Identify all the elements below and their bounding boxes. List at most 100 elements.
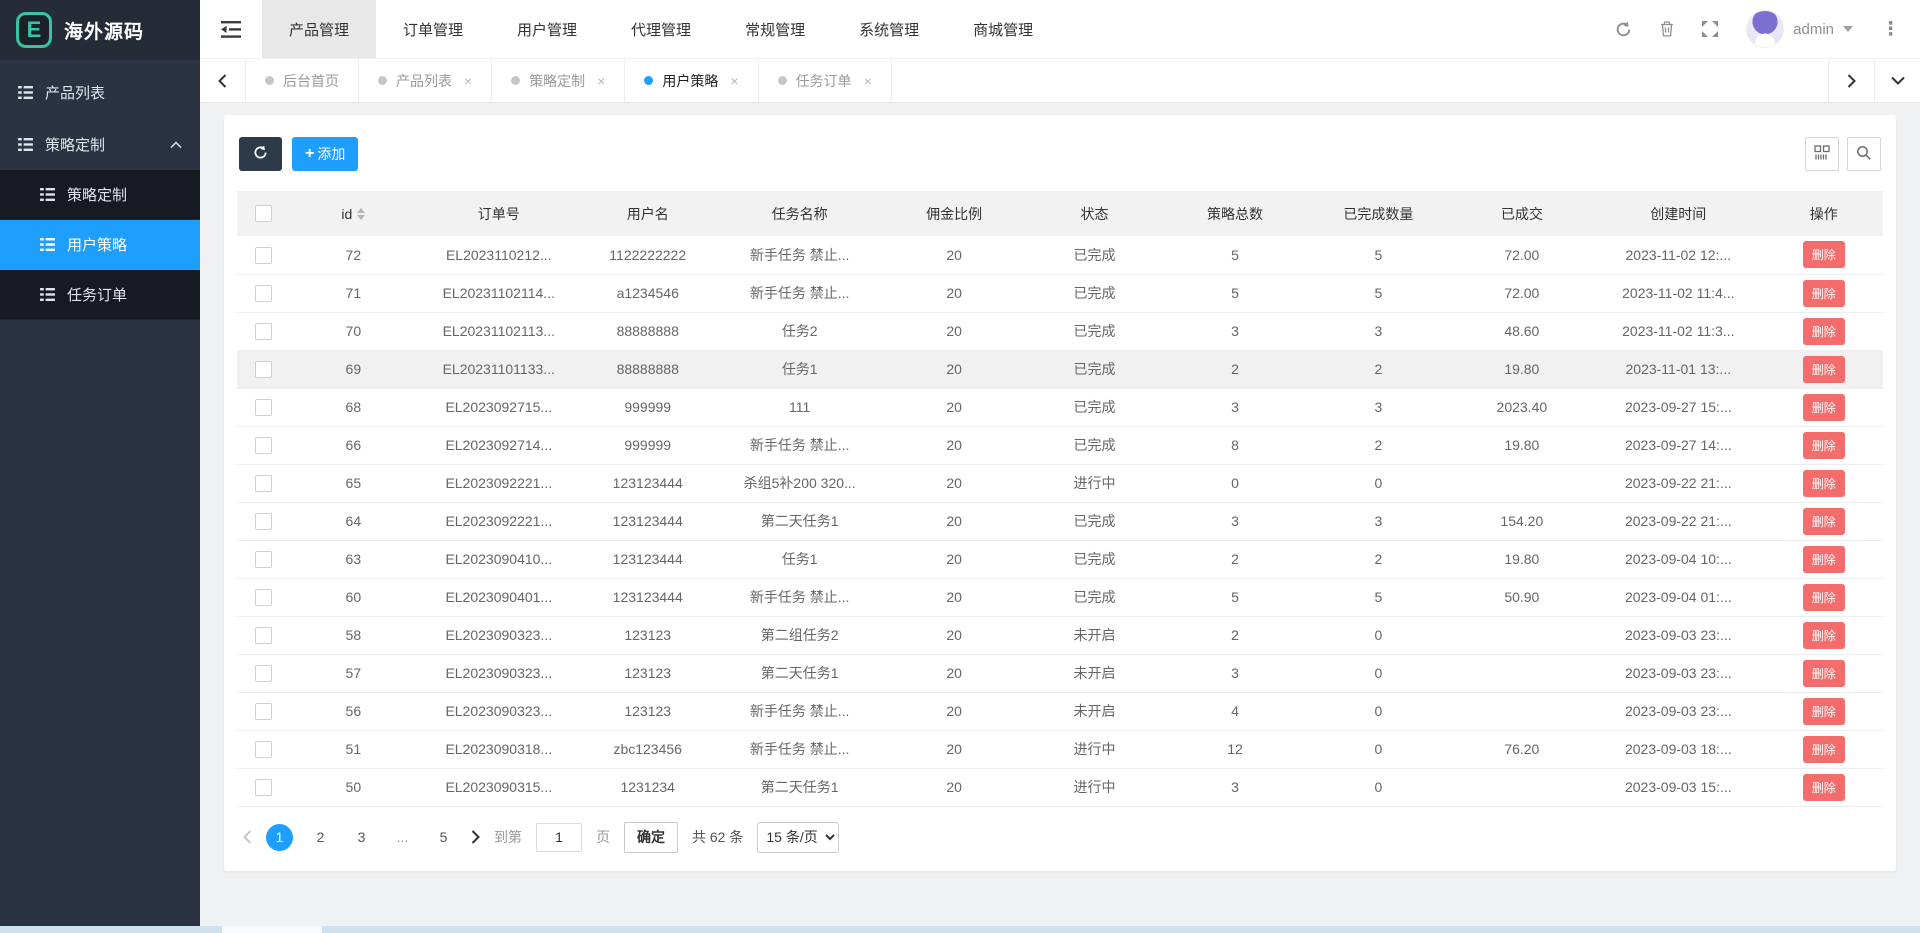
row-checkbox[interactable] <box>255 285 272 302</box>
delete-button[interactable]: 删除 <box>1803 622 1845 649</box>
page-button[interactable]: 5 <box>430 824 457 851</box>
topnav-item[interactable]: 产品管理 <box>262 0 376 58</box>
row-checkbox[interactable] <box>255 551 272 568</box>
goto-confirm-button[interactable]: 确定 <box>624 822 678 853</box>
sidebar-item-strategy-custom[interactable]: 策略定制 <box>0 118 200 170</box>
row-checkbox[interactable] <box>255 589 272 606</box>
cell-id: 69 <box>289 350 417 388</box>
sort-icon[interactable] <box>357 208 365 220</box>
search-toggle-button[interactable] <box>1847 137 1881 171</box>
refresh-button[interactable] <box>239 137 282 171</box>
actions-cell: 删除 <box>1765 578 1883 616</box>
cell-username: 999999 <box>580 388 715 426</box>
topnav-item[interactable]: 商城管理 <box>946 0 1060 58</box>
actions-cell: 删除 <box>1765 540 1883 578</box>
row-checkbox[interactable] <box>255 323 272 340</box>
fullscreen-icon[interactable] <box>1702 21 1718 37</box>
goto-page-input[interactable] <box>536 823 582 852</box>
sidebar-item-product-list[interactable]: 产品列表 <box>0 66 200 118</box>
add-button[interactable]: + 添加 <box>292 137 358 171</box>
row-checkbox[interactable] <box>255 475 272 492</box>
delete-button[interactable]: 删除 <box>1803 394 1845 421</box>
row-checkbox[interactable] <box>255 361 272 378</box>
sidebar-subitem-strategy-custom[interactable]: 策略定制 <box>0 170 200 220</box>
add-button-label: 添加 <box>317 144 345 164</box>
user-menu[interactable]: admin <box>1746 10 1853 48</box>
topnav-item[interactable]: 常规管理 <box>718 0 832 58</box>
row-checkbox[interactable] <box>255 399 272 416</box>
row-checkbox[interactable] <box>255 627 272 644</box>
horizontal-scrollbar-thumb[interactable] <box>222 926 322 933</box>
delete-button[interactable]: 删除 <box>1803 736 1845 763</box>
sidebar-subitem-user-strategy[interactable]: 用户策略 <box>0 220 200 270</box>
cell-created-at: 2023-11-02 11:4... <box>1592 274 1765 312</box>
delete-button[interactable]: 删除 <box>1803 470 1845 497</box>
row-checkbox[interactable] <box>255 437 272 454</box>
column-header-sortable[interactable]: id <box>341 206 365 222</box>
main-area: 产品管理订单管理用户管理代理管理常规管理系统管理商城管理 admin ⋮ <box>200 0 1920 933</box>
row-checkbox[interactable] <box>255 779 272 796</box>
table-row: 66EL2023092714...999999新手任务 禁止...20已完成82… <box>237 426 1883 464</box>
delete-button[interactable]: 删除 <box>1803 584 1845 611</box>
per-page-select[interactable]: 15 条/页 <box>757 822 839 853</box>
tabs-menu-button[interactable] <box>1874 59 1920 102</box>
topnav-item[interactable]: 系统管理 <box>832 0 946 58</box>
column-header: 状态 <box>1024 191 1164 236</box>
close-icon[interactable]: × <box>464 73 472 89</box>
next-page-button[interactable] <box>471 830 480 844</box>
topnav-item[interactable]: 用户管理 <box>490 0 604 58</box>
horizontal-scrollbar[interactable] <box>0 926 1920 933</box>
page-tab[interactable]: 后台首页 <box>246 59 359 102</box>
page-tab[interactable]: 任务订单× <box>759 59 892 102</box>
topnav-item[interactable]: 订单管理 <box>376 0 490 58</box>
topnav-item[interactable]: 代理管理 <box>604 0 718 58</box>
prev-page-button[interactable] <box>243 830 252 844</box>
delete-button[interactable]: 删除 <box>1803 774 1845 801</box>
page-button[interactable]: 2 <box>307 824 334 851</box>
tabs-scroll-right-button[interactable] <box>1828 59 1874 102</box>
brand-title: 海外源码 <box>64 17 144 44</box>
close-icon[interactable]: × <box>730 73 738 89</box>
page-buttons: 123...5 <box>266 824 457 851</box>
toolbar-right <box>1805 137 1881 171</box>
close-icon[interactable]: × <box>864 73 872 89</box>
delete-button[interactable]: 删除 <box>1803 432 1845 459</box>
tabs-scroll-left-button[interactable] <box>200 59 246 102</box>
row-checkbox[interactable] <box>255 247 272 264</box>
brand-logo-letter: E <box>27 17 42 43</box>
table-row: 57EL2023090323...123123第二天任务120未开启302023… <box>237 654 1883 692</box>
delete-button[interactable]: 删除 <box>1803 241 1845 268</box>
delete-button[interactable]: 删除 <box>1803 280 1845 307</box>
refresh-icon[interactable] <box>1615 21 1632 38</box>
page-tab[interactable]: 产品列表× <box>359 59 492 102</box>
select-all-checkbox[interactable] <box>255 205 272 222</box>
row-checkbox[interactable] <box>255 513 272 530</box>
cell-task-name: 新手任务 禁止... <box>715 274 884 312</box>
row-checkbox[interactable] <box>255 665 272 682</box>
table-toolbar: + 添加 <box>239 137 1881 171</box>
actions-cell: 删除 <box>1765 616 1883 654</box>
actions-cell: 删除 <box>1765 350 1883 388</box>
delete-button[interactable]: 删除 <box>1803 508 1845 535</box>
table-row: 63EL2023090410...123123444任务120已完成2219.8… <box>237 540 1883 578</box>
menu-fold-icon[interactable] <box>200 0 262 58</box>
delete-button[interactable]: 删除 <box>1803 318 1845 345</box>
page-tab[interactable]: 策略定制× <box>492 59 625 102</box>
delete-button[interactable]: 删除 <box>1803 546 1845 573</box>
close-icon[interactable]: × <box>597 73 605 89</box>
cell-deal-amount: 154.20 <box>1452 502 1592 540</box>
page-button[interactable]: 1 <box>266 824 293 851</box>
cell-completed-count: 2 <box>1305 350 1451 388</box>
delete-button[interactable]: 删除 <box>1803 698 1845 725</box>
delete-button[interactable]: 删除 <box>1803 660 1845 687</box>
trash-icon[interactable] <box>1660 21 1674 37</box>
row-checkbox[interactable] <box>255 741 272 758</box>
columns-toggle-button[interactable] <box>1805 137 1839 171</box>
page-button[interactable]: 3 <box>348 824 375 851</box>
delete-button[interactable]: 删除 <box>1803 356 1845 383</box>
checkbox-cell <box>237 654 289 692</box>
page-tab[interactable]: 用户策略× <box>625 59 758 102</box>
row-checkbox[interactable] <box>255 703 272 720</box>
sidebar-subitem-task-orders[interactable]: 任务订单 <box>0 270 200 320</box>
more-vertical-icon[interactable]: ⋮ <box>1881 20 1900 39</box>
